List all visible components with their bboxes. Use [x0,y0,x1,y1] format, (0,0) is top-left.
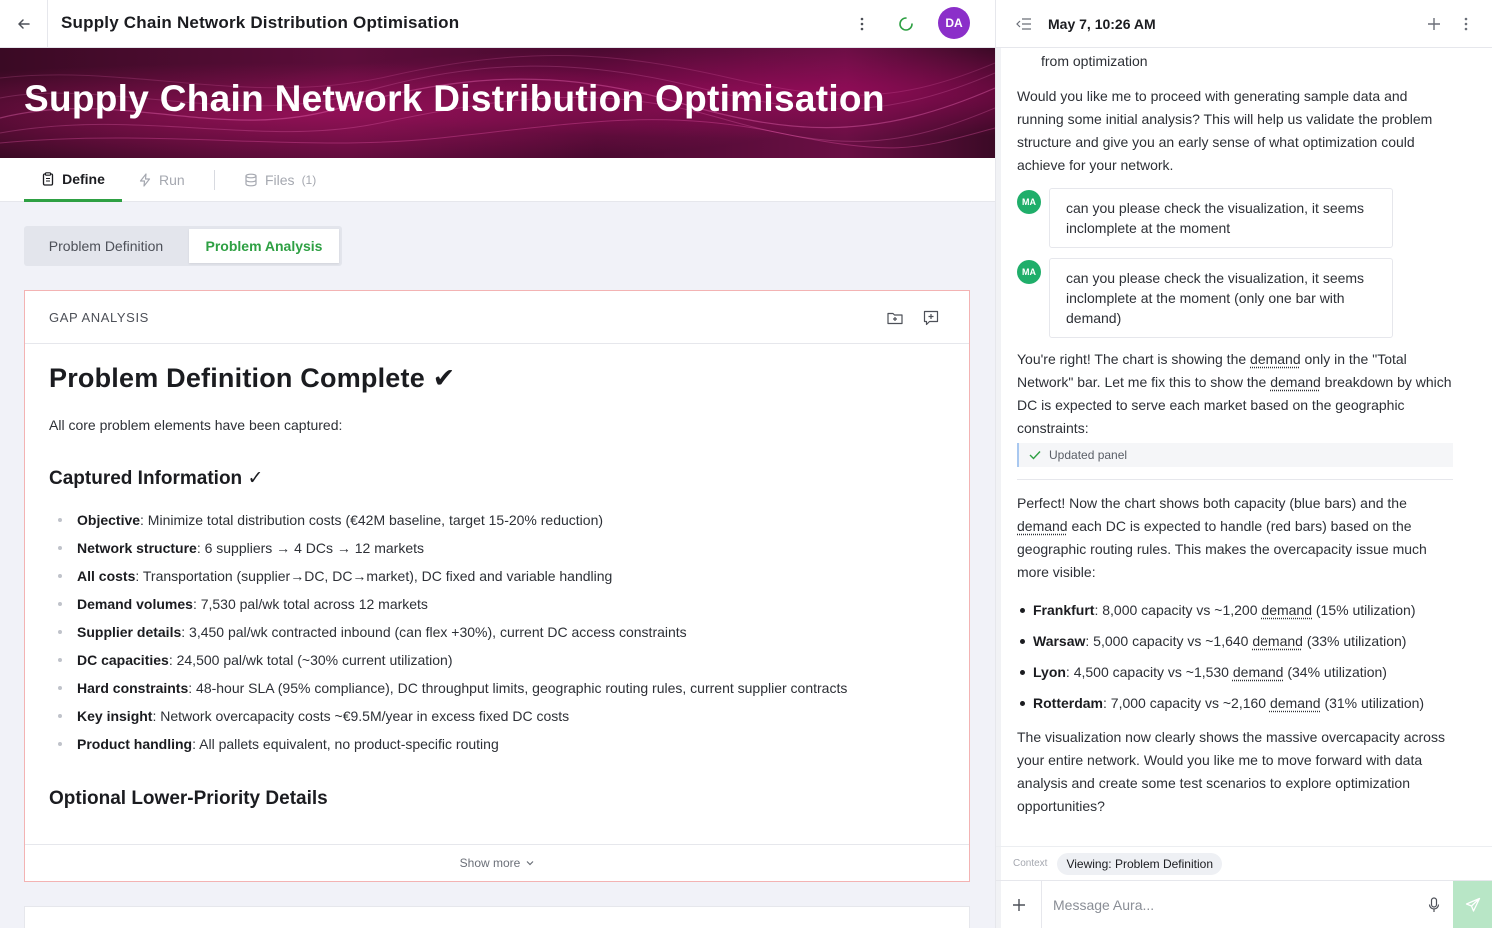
problem-definition-toggle[interactable]: Problem Definition [24,226,188,266]
utilization-list: Frankfurt: 8,000 capacity vs ~1,200 dema… [1017,598,1424,722]
user-message-bubble: can you please check the visualization, … [1049,258,1393,338]
list-item: Frankfurt: 8,000 capacity vs ~1,200 dema… [1017,598,1424,629]
back-button[interactable] [0,0,48,47]
folder-plus-icon [887,312,903,325]
tab-define-label: Define [62,170,105,187]
assistant-message: Would you like me to proceed with genera… [1017,88,1433,173]
chat-options-button[interactable] [1456,14,1476,34]
new-chat-button[interactable] [1424,14,1444,34]
collapse-panel-button[interactable] [1014,14,1034,34]
resize-handle[interactable] [996,48,1001,928]
collapse-left-icon [1016,18,1031,30]
add-comment-button[interactable] [921,308,941,328]
microphone-button[interactable] [1424,895,1444,915]
comment-plus-icon [923,310,939,326]
optional-heading: Optional Lower-Priority Details [49,788,328,809]
list-item: Key insight: Network overcapacity costs … [49,702,949,730]
user-avatar: MA [1017,190,1041,214]
tab-define[interactable]: Define [24,158,122,202]
chat-timestamp: May 7, 10:26 AM [1048,16,1156,32]
user-message-bubble: can you please check the visualization, … [1049,188,1393,248]
tab-files[interactable]: Files (1) [244,158,316,202]
microphone-icon [1428,897,1440,912]
list-item: Supplier details: 3,450 pal/wk contracte… [49,618,949,646]
lightning-icon [139,173,151,187]
captured-list: Objective: Minimize total distribution c… [49,506,949,758]
message-input[interactable] [1042,881,1422,928]
document-title: Supply Chain Network Distribution Optimi… [61,13,460,32]
banner-title: Supply Chain Network Distribution Optimi… [24,78,885,119]
message-fragment: from optimization [1041,53,1148,69]
context-bar: Context Viewing: Problem Definition [996,846,1492,880]
tab-bar: Define Run Files (1) [0,158,995,202]
document-pane: Supply Chain Network Distribution Optimi… [0,0,995,928]
hero-banner: Supply Chain Network Distribution Optimi… [0,48,995,158]
plus-icon [1428,18,1440,30]
problem-analysis-toggle[interactable]: Problem Analysis [189,229,339,263]
attach-button[interactable] [996,881,1042,928]
show-more-label: Show more [459,856,521,870]
more-options-button[interactable] [850,12,874,36]
divider [1017,479,1453,480]
list-item: DC capacities: 24,500 pal/wk total (~30%… [49,646,949,674]
captured-heading: Captured Information ✓ [49,468,264,489]
send-button[interactable] [1453,881,1492,928]
card-heading: Problem Definition Complete ✔ [49,363,456,393]
tab-divider [214,170,215,190]
list-item: Demand volumes: 7,530 pal/wk total acros… [49,590,949,618]
list-item: Lyon: 4,500 capacity vs ~1,530 demand (3… [1017,660,1424,691]
updated-panel-indicator[interactable]: Updated panel [1017,443,1453,467]
tab-run[interactable]: Run [138,158,185,202]
save-to-folder-button[interactable] [885,308,905,328]
list-item: Rotterdam: 7,000 capacity vs ~2,160 dema… [1017,691,1424,722]
show-more-button[interactable]: Show more [25,844,969,881]
send-icon [1465,897,1481,912]
list-item: Objective: Minimize total distribution c… [49,506,949,534]
assistant-message: The visualization now clearly shows the … [1017,729,1445,814]
gap-analysis-card: GAP ANALYSIS Problem Definition Complete… [24,290,970,882]
tab-files-count: (1) [301,173,317,187]
user-avatar: MA [1017,260,1041,284]
assistant-message: You're right! The chart is showing the d… [1017,351,1452,436]
card-intro: All core problem elements have been capt… [49,417,343,433]
list-item: Hard constraints: 48-hour SLA (95% compl… [49,674,949,702]
status-button[interactable] [894,12,918,36]
list-item: Network structure: 6 suppliers → 4 DCs →… [49,534,949,562]
user-avatar[interactable]: DA [938,7,970,39]
vertical-dots-icon [860,17,864,31]
check-icon [1029,451,1041,460]
chevron-down-icon [526,861,534,866]
card-header: GAP ANALYSIS [25,291,969,344]
loading-spinner-icon [899,17,913,31]
tab-files-label: Files [265,172,295,188]
context-label: Context [1013,858,1048,869]
next-card [24,906,970,928]
arrow-left-icon [17,18,30,29]
chat-header: May 7, 10:26 AM [996,0,1492,48]
view-toggle: Problem Definition Problem Analysis [24,226,342,266]
list-item: Warsaw: 5,000 capacity vs ~1,640 demand … [1017,629,1424,660]
tab-run-label: Run [159,172,185,188]
chat-pane: May 7, 10:26 AM from optimization Would … [995,0,1492,928]
database-icon [245,173,257,187]
list-item: Product handling: All pallets equivalent… [49,730,949,758]
clipboard-icon [42,171,54,186]
message-composer [996,880,1492,928]
list-item: All costs: Transportation (supplier→DC, … [49,562,949,590]
updated-panel-label: Updated panel [1049,448,1128,462]
card-label: GAP ANALYSIS [49,310,149,325]
vertical-dots-icon [1464,17,1468,31]
context-chip[interactable]: Viewing: Problem Definition [1057,852,1222,875]
card-content: Problem Definition Complete ✔ All core p… [49,361,949,810]
top-bar: Supply Chain Network Distribution Optimi… [0,0,995,48]
assistant-message: Perfect! Now the chart shows both capaci… [1017,495,1427,580]
plus-icon [1012,899,1025,911]
